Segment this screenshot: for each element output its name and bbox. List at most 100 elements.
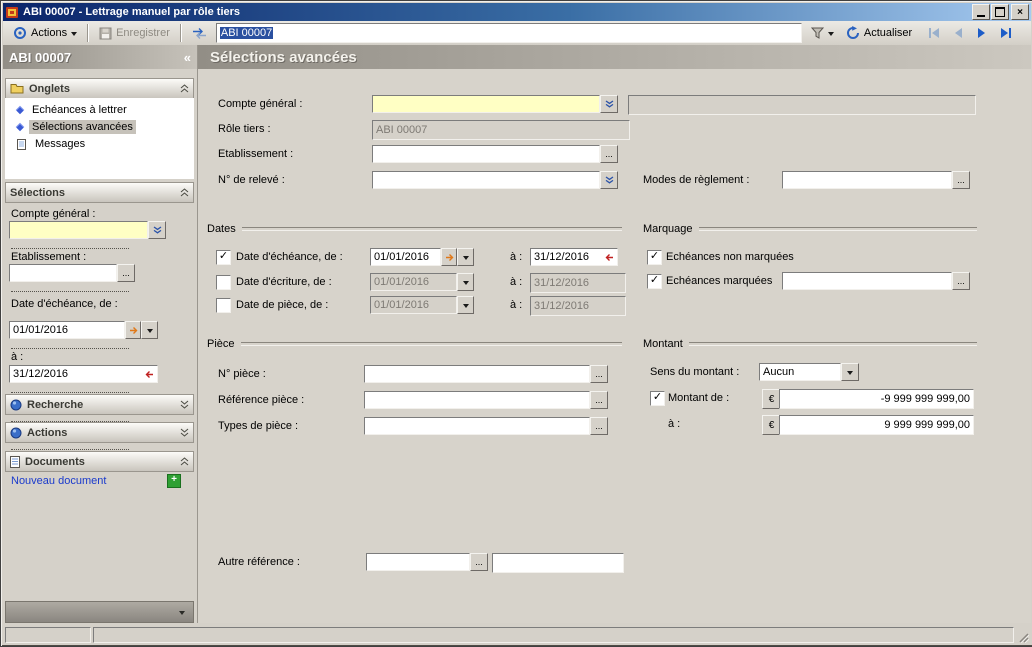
red-arrow-icon[interactable] — [145, 370, 154, 379]
echeances-marquees-checkbox[interactable]: ✓ — [647, 274, 662, 289]
date-piece-checkbox[interactable] — [216, 298, 231, 313]
date-value: 01/01/2016 — [370, 296, 457, 314]
compte-general-combo[interactable] — [372, 95, 618, 113]
diamond-icon — [16, 106, 24, 114]
section-header-selections[interactable]: Sélections — [5, 182, 194, 203]
dropdown-arrow-icon — [847, 371, 853, 378]
refresh-icon — [846, 26, 860, 40]
chevron-down-double-icon — [180, 428, 189, 437]
new-document-link[interactable]: Nouveau document — [11, 475, 106, 487]
sidebar-item-echeances-a-lettrer[interactable]: Echéances à lettrer — [9, 102, 192, 118]
releve-combo[interactable] — [372, 171, 618, 189]
sidebar-item-messages[interactable]: Messages — [9, 136, 192, 152]
close-button[interactable]: × — [1011, 4, 1029, 20]
sync-arrows-icon — [192, 27, 207, 40]
modes-reglement-field[interactable]: ... — [782, 171, 970, 189]
chevron-down-double-icon — [180, 400, 189, 409]
montant-a-value: 9 999 999 999,00 — [884, 419, 970, 431]
date-dropdown-button[interactable] — [141, 321, 158, 339]
next-record-button[interactable] — [972, 24, 992, 42]
montant-group-heading: Montant — [643, 338, 977, 350]
save-button[interactable]: Enregistrer — [93, 24, 176, 43]
section-header-documents[interactable]: Documents — [5, 451, 194, 472]
date-value: 01/01/2016 — [370, 273, 457, 291]
app-icon — [5, 5, 19, 19]
refresh-label: Actualiser — [864, 27, 912, 39]
red-arrow-icon[interactable] — [605, 253, 614, 262]
date-echeance-from-field[interactable]: 01/01/2016 — [370, 248, 474, 266]
last-record-button[interactable] — [996, 24, 1016, 42]
autre-reference-field[interactable]: ... — [366, 553, 488, 571]
date-dropdown-button[interactable] — [457, 248, 474, 266]
montant-de-checkbox[interactable]: ✓ — [650, 391, 665, 406]
date-to-field[interactable]: 31/12/2016 — [9, 365, 158, 383]
minimize-button[interactable] — [972, 4, 990, 20]
sidebar: ABI 00007 « Onglets Echéances à lettrer … — [3, 45, 198, 623]
date-dropdown-button[interactable] — [457, 296, 474, 314]
lookup-chevron-button[interactable] — [600, 171, 618, 189]
filter-button[interactable] — [805, 24, 840, 42]
refresh-button[interactable]: Actualiser — [840, 23, 918, 43]
lookup-chevron-button[interactable] — [600, 95, 618, 113]
browse-button[interactable]: ... — [600, 145, 618, 163]
browse-button[interactable]: ... — [590, 417, 608, 435]
title-bar: ABI 00007 - Lettrage manuel par rôle tie… — [3, 3, 1031, 21]
date-dropdown-button[interactable] — [457, 273, 474, 291]
date-scroll-button[interactable] — [441, 248, 457, 266]
date-from-field[interactable]: 01/01/2016 — [9, 321, 158, 339]
sidebar-title: ABI 00007 — [9, 50, 184, 65]
etablissement-label: Etablissement : — [218, 148, 293, 160]
etablissement-field[interactable]: ... — [9, 264, 135, 282]
maximize-button[interactable] — [991, 4, 1009, 20]
date-scroll-button[interactable] — [125, 321, 141, 339]
sidebar-item-selections-avancees[interactable]: Sélections avancées — [9, 119, 192, 135]
date-echeance-checkbox[interactable]: ✓ — [216, 250, 231, 265]
date-echeance-to-field[interactable]: 31/12/2016 — [530, 248, 618, 266]
dropdown-arrow-icon — [463, 304, 469, 311]
browse-button[interactable]: ... — [952, 272, 970, 290]
browse-button[interactable]: ... — [590, 365, 608, 383]
link-records-button[interactable] — [186, 24, 213, 43]
sidebar-collapse-button[interactable]: « — [184, 50, 191, 65]
num-piece-field[interactable]: ... — [364, 365, 608, 383]
sidebar-item-label: Echéances à lettrer — [29, 103, 130, 117]
browse-button[interactable]: ... — [952, 171, 970, 189]
toolbar-separator — [87, 24, 89, 42]
previous-record-button[interactable] — [948, 24, 968, 42]
montant-de-field[interactable]: -9 999 999 999,00 — [779, 389, 974, 409]
sens-montant-combo[interactable]: Aucun — [759, 363, 859, 381]
compte-general-combo[interactable] — [9, 221, 166, 239]
autre-reference-display-field[interactable] — [492, 553, 624, 573]
folder-icon — [10, 83, 24, 94]
role-tiers-field: ABI 00007 — [372, 120, 630, 140]
browse-button[interactable]: ... — [117, 264, 135, 282]
add-document-icon[interactable]: + — [167, 474, 181, 488]
browse-button[interactable]: ... — [470, 553, 488, 571]
sphere-icon — [10, 427, 22, 439]
echeances-non-marquees-checkbox[interactable]: ✓ — [647, 250, 662, 265]
date-ecriture-checkbox[interactable] — [216, 275, 231, 290]
resize-grip[interactable] — [1016, 627, 1029, 643]
date-ecriture-from-field[interactable]: 01/01/2016 — [370, 273, 474, 291]
echeances-marquees-field[interactable]: ... — [782, 272, 970, 290]
section-header-recherche[interactable]: Recherche — [5, 394, 194, 415]
lookup-chevron-button[interactable] — [148, 221, 166, 239]
actions-menu-button[interactable]: Actions — [7, 23, 83, 43]
types-piece-field[interactable]: ... — [364, 417, 608, 435]
echeances-marquees-value — [782, 272, 952, 290]
sidebar-bottom-bar[interactable] — [5, 601, 194, 623]
status-cell — [5, 627, 91, 643]
section-header-onglets[interactable]: Onglets — [5, 78, 194, 99]
etablissement-field[interactable]: ... — [372, 145, 618, 163]
section-header-actions[interactable]: Actions — [5, 422, 194, 443]
montant-a-field[interactable]: 9 999 999 999,00 — [779, 415, 974, 435]
record-field[interactable]: ABI 00007 — [216, 23, 802, 43]
group-title: Dates — [207, 223, 236, 235]
first-record-button[interactable] — [924, 24, 944, 42]
dropdown-button[interactable] — [841, 363, 859, 381]
date-piece-from-field[interactable]: 01/01/2016 — [370, 296, 474, 314]
browse-button[interactable]: ... — [590, 391, 608, 409]
compte-general-label: Compte général : — [11, 208, 95, 220]
date-echeance-label: Date d'échéance, de : — [236, 251, 343, 263]
reference-piece-field[interactable]: ... — [364, 391, 608, 409]
